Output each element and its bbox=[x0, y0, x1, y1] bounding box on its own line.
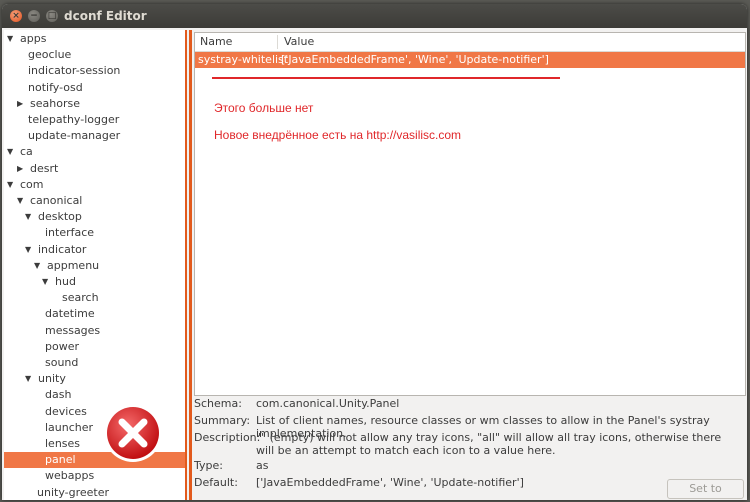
tree-item[interactable]: ▼ canonical bbox=[4, 193, 185, 209]
expander-closed-icon[interactable]: ▶ bbox=[17, 96, 23, 112]
key-value-cell[interactable]: ['JavaEmbeddedFrame', 'Wine', 'Update-no… bbox=[281, 52, 549, 68]
close-window-button[interactable]: × bbox=[10, 10, 22, 22]
expander-open-icon[interactable]: ▼ bbox=[25, 242, 31, 258]
keys-list: Name Value systray-whitelist ['JavaEmbed… bbox=[194, 32, 746, 396]
tree-item-label: search bbox=[62, 291, 99, 305]
tree-item[interactable]: ▼ hud bbox=[4, 274, 185, 290]
minimize-window-button[interactable]: − bbox=[28, 10, 40, 22]
tree-item-label: com bbox=[20, 177, 44, 191]
column-divider[interactable] bbox=[277, 35, 278, 49]
window-title: dconf Editor bbox=[64, 9, 147, 23]
tree-item-label: messages bbox=[45, 323, 101, 337]
annotation-text-2: Новое внедрённое есть на http://vasilisc… bbox=[214, 128, 462, 142]
expander-closed-icon[interactable]: ▶ bbox=[17, 161, 23, 177]
key-name-cell: systray-whitelist bbox=[198, 53, 289, 66]
tree-item-label: webapps bbox=[45, 469, 95, 483]
tree-item-label: lenses bbox=[45, 437, 81, 450]
tree-item[interactable]: messages bbox=[4, 323, 185, 339]
expander-open-icon[interactable]: ▼ bbox=[34, 258, 40, 274]
tree-item-label: ca bbox=[20, 145, 33, 159]
tree-item[interactable]: sound bbox=[4, 355, 185, 371]
tree-item[interactable]: webapps bbox=[4, 468, 185, 484]
keys-list-header: Name Value bbox=[195, 33, 745, 52]
tree-item[interactable]: ▼ unity bbox=[4, 371, 185, 387]
minimize-icon: − bbox=[30, 11, 38, 21]
title-bar[interactable]: × − □ dconf Editor bbox=[2, 4, 747, 28]
summary-label: Summary: bbox=[194, 414, 251, 427]
tree-item-label: hud bbox=[55, 275, 76, 288]
schema-label: Schema: bbox=[194, 397, 242, 410]
tree-item[interactable]: ▼ apps bbox=[4, 31, 185, 47]
annotation-text-1: Этого больше нет bbox=[214, 101, 314, 115]
expander-open-icon[interactable]: ▼ bbox=[25, 371, 31, 387]
tree-item[interactable]: power bbox=[4, 339, 185, 355]
tree-item-label: unity-greeter bbox=[37, 485, 109, 499]
tree-item-label: desrt bbox=[30, 161, 59, 175]
tree-item-label: unity bbox=[38, 372, 66, 386]
tree-item[interactable]: indicator-session bbox=[4, 63, 185, 79]
error-x-icon bbox=[104, 404, 162, 462]
tree-item-label: sound bbox=[45, 356, 79, 369]
tree-item[interactable]: ▼ indicator bbox=[4, 242, 185, 258]
tree-item-label: launcher bbox=[45, 420, 94, 434]
column-header-name[interactable]: Name bbox=[200, 33, 232, 51]
expander-open-icon[interactable]: ▼ bbox=[7, 31, 13, 47]
tree-item-label: notify-osd bbox=[28, 80, 83, 94]
tree-item-label: canonical bbox=[30, 194, 83, 207]
column-header-value[interactable]: Value bbox=[284, 33, 314, 51]
expander-open-icon[interactable]: ▼ bbox=[25, 209, 31, 225]
tree-item-label: panel bbox=[45, 453, 76, 467]
expander-open-icon[interactable]: ▼ bbox=[7, 144, 13, 160]
default-value: ['JavaEmbeddedFrame', 'Wine', 'Update-no… bbox=[256, 476, 524, 489]
tree-item-label: desktop bbox=[38, 210, 82, 224]
tree-item-label: dash bbox=[45, 388, 72, 402]
type-value: as bbox=[256, 459, 269, 472]
tree-item-label: power bbox=[45, 339, 79, 353]
tree-item[interactable]: ▶ desrt bbox=[4, 161, 185, 177]
tree-item[interactable]: unity-greeter bbox=[4, 485, 185, 500]
default-label: Default: bbox=[194, 476, 238, 489]
tree-item[interactable]: dash bbox=[4, 387, 185, 403]
tree-item[interactable]: search bbox=[4, 290, 185, 306]
description-value: "" (empty) will not allow any tray icons… bbox=[256, 431, 722, 457]
tree-item-label: indicator-session bbox=[28, 64, 121, 78]
tree-item[interactable]: notify-osd bbox=[4, 80, 185, 96]
close-icon: × bbox=[12, 11, 20, 21]
set-to-default-button[interactable]: Set to Default bbox=[667, 479, 744, 499]
tree-item[interactable]: ▼ desktop bbox=[4, 209, 185, 225]
tree-item[interactable]: interface bbox=[4, 225, 185, 241]
table-row[interactable]: systray-whitelist ['JavaEmbeddedFrame', … bbox=[195, 52, 745, 68]
pane-splitter[interactable] bbox=[189, 30, 192, 500]
key-details: Schema: com.canonical.Unity.Panel Summar… bbox=[194, 397, 746, 497]
tree-item-label: apps bbox=[20, 32, 47, 45]
type-label: Type: bbox=[194, 459, 223, 472]
expander-open-icon[interactable]: ▼ bbox=[42, 274, 48, 290]
tree-item-label: appmenu bbox=[47, 258, 100, 272]
tree-item-label: devices bbox=[45, 404, 87, 418]
tree-item-label: interface bbox=[45, 226, 95, 240]
tree-item[interactable]: geoclue bbox=[4, 47, 185, 63]
tree-item-label: telepathy-logger bbox=[28, 113, 120, 126]
dconf-editor-window: × − □ dconf Editor ▼ apps geoclue indicator… bbox=[2, 4, 747, 500]
tree-item-label: indicator bbox=[38, 242, 87, 256]
tree-item[interactable]: update-manager bbox=[4, 128, 185, 144]
tree-item[interactable]: datetime bbox=[4, 306, 185, 322]
schema-value: com.canonical.Unity.Panel bbox=[256, 397, 400, 410]
annotation-underline bbox=[212, 77, 560, 79]
tree-item-label: geoclue bbox=[28, 48, 72, 62]
tree-item[interactable]: telepathy-logger bbox=[4, 112, 185, 128]
tree-item[interactable]: ▶ seahorse bbox=[4, 96, 185, 112]
tree-item[interactable]: ▼ ca bbox=[4, 144, 185, 160]
expander-open-icon[interactable]: ▼ bbox=[7, 177, 13, 193]
description-label: Description: bbox=[194, 431, 261, 444]
tree-item-label: datetime bbox=[45, 307, 95, 321]
tree-item[interactable]: ▼ com bbox=[4, 177, 185, 193]
maximize-icon: □ bbox=[47, 11, 57, 21]
expander-open-icon[interactable]: ▼ bbox=[17, 193, 23, 209]
maximize-window-button[interactable]: □ bbox=[46, 10, 58, 22]
tree-item-label: seahorse bbox=[30, 96, 80, 110]
tree-item[interactable]: ▼ appmenu bbox=[4, 258, 185, 274]
tree-item-label: update-manager bbox=[28, 129, 121, 143]
